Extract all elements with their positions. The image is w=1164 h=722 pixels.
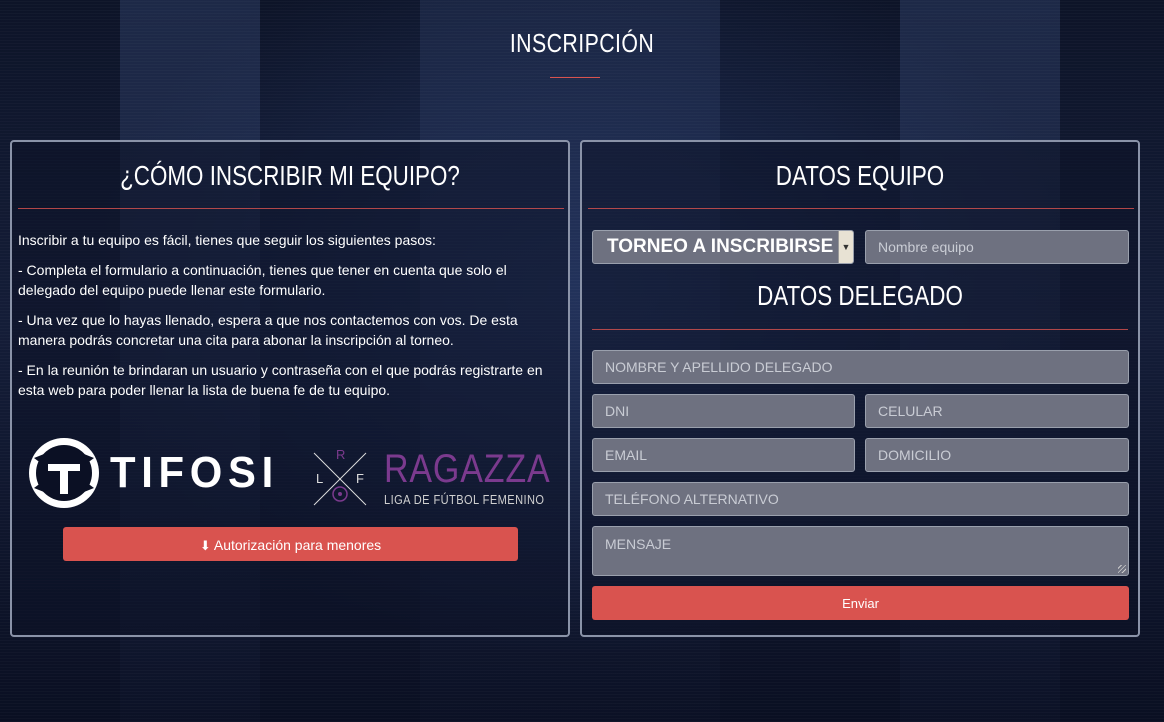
- team-data-title: DATOS EQUIPO: [775, 160, 945, 191]
- team-name-placeholder: Nombre equipo: [878, 239, 974, 255]
- download-icon: ⬇: [199, 538, 211, 553]
- ragazza-monogram-f: F: [356, 471, 364, 486]
- resize-handle-icon[interactable]: [1118, 565, 1126, 573]
- address-input[interactable]: DOMICILIO: [865, 438, 1129, 472]
- minor-authorization-button[interactable]: ⬇ Autorización para menores: [63, 527, 518, 561]
- ragazza-logo: L R F RAGAZZA LIGA DE FÚTBOL FEMENINO: [308, 447, 550, 517]
- tifosi-logo: TIFOSI: [26, 434, 276, 512]
- team-data-divider: [588, 208, 1134, 209]
- tournament-select-value: TORNEO A INSCRIBIRSE: [607, 236, 834, 257]
- instructions-text: Inscribir a tu equipo es fácil, tienes q…: [18, 230, 566, 410]
- address-placeholder: DOMICILIO: [878, 447, 952, 463]
- team-name-input[interactable]: Nombre equipo: [865, 230, 1129, 264]
- cellphone-input[interactable]: CELULAR: [865, 394, 1129, 428]
- ragazza-monogram-l: L: [316, 471, 324, 486]
- alt-phone-input[interactable]: TELÉFONO ALTERNATIVO: [592, 482, 1129, 516]
- ragazza-tagline: LIGA DE FÚTBOL FEMENINO: [384, 492, 545, 507]
- delegate-name-placeholder: NOMBRE Y APELLIDO DELEGADO: [605, 359, 833, 375]
- instructions-step-2: - Una vez que lo hayas llenado, espera a…: [18, 312, 518, 348]
- delegate-data-divider: [592, 329, 1128, 330]
- cellphone-placeholder: CELULAR: [878, 403, 943, 419]
- instructions-title: ¿CÓMO INSCRIBIR MI EQUIPO?: [120, 160, 460, 191]
- dni-input[interactable]: DNI: [592, 394, 855, 428]
- alt-phone-placeholder: TELÉFONO ALTERNATIVO: [605, 491, 779, 507]
- delegate-name-input[interactable]: NOMBRE Y APELLIDO DELEGADO: [592, 350, 1129, 384]
- submit-button[interactable]: Enviar: [592, 586, 1129, 620]
- instructions-step-1: - Completa el formulario a continuación,…: [18, 262, 507, 298]
- dni-placeholder: DNI: [605, 403, 630, 419]
- tournament-select[interactable]: TORNEO A INSCRIBIRSE ▼: [592, 230, 854, 264]
- message-placeholder: MENSAJE: [605, 536, 672, 552]
- delegate-data-title: DATOS DELEGADO: [757, 280, 963, 311]
- heading-underline: [550, 77, 600, 78]
- minor-authorization-label: Autorización para menores: [213, 537, 382, 553]
- tifosi-wordmark: TIFOSI: [110, 448, 279, 497]
- instructions-panel: ¿CÓMO INSCRIBIR MI EQUIPO? Inscribir a t…: [10, 140, 570, 637]
- ragazza-monogram-r: R: [336, 447, 346, 462]
- chevron-down-icon[interactable]: ▼: [838, 231, 853, 263]
- message-textarea[interactable]: MENSAJE: [592, 526, 1129, 576]
- instructions-divider: [18, 208, 564, 209]
- page-heading: INSCRIPCIÓN: [509, 28, 655, 58]
- registration-form-panel: DATOS EQUIPO TORNEO A INSCRIBIRSE ▼ Nomb…: [580, 140, 1140, 637]
- email-placeholder: EMAIL: [605, 447, 648, 463]
- instructions-intro: Inscribir a tu equipo es fácil, tienes q…: [18, 232, 436, 248]
- ragazza-wordmark: RAGAZZA: [384, 447, 551, 491]
- instructions-step-3: - En la reunión te brindaran un usuario …: [18, 362, 543, 398]
- email-input[interactable]: EMAIL: [592, 438, 855, 472]
